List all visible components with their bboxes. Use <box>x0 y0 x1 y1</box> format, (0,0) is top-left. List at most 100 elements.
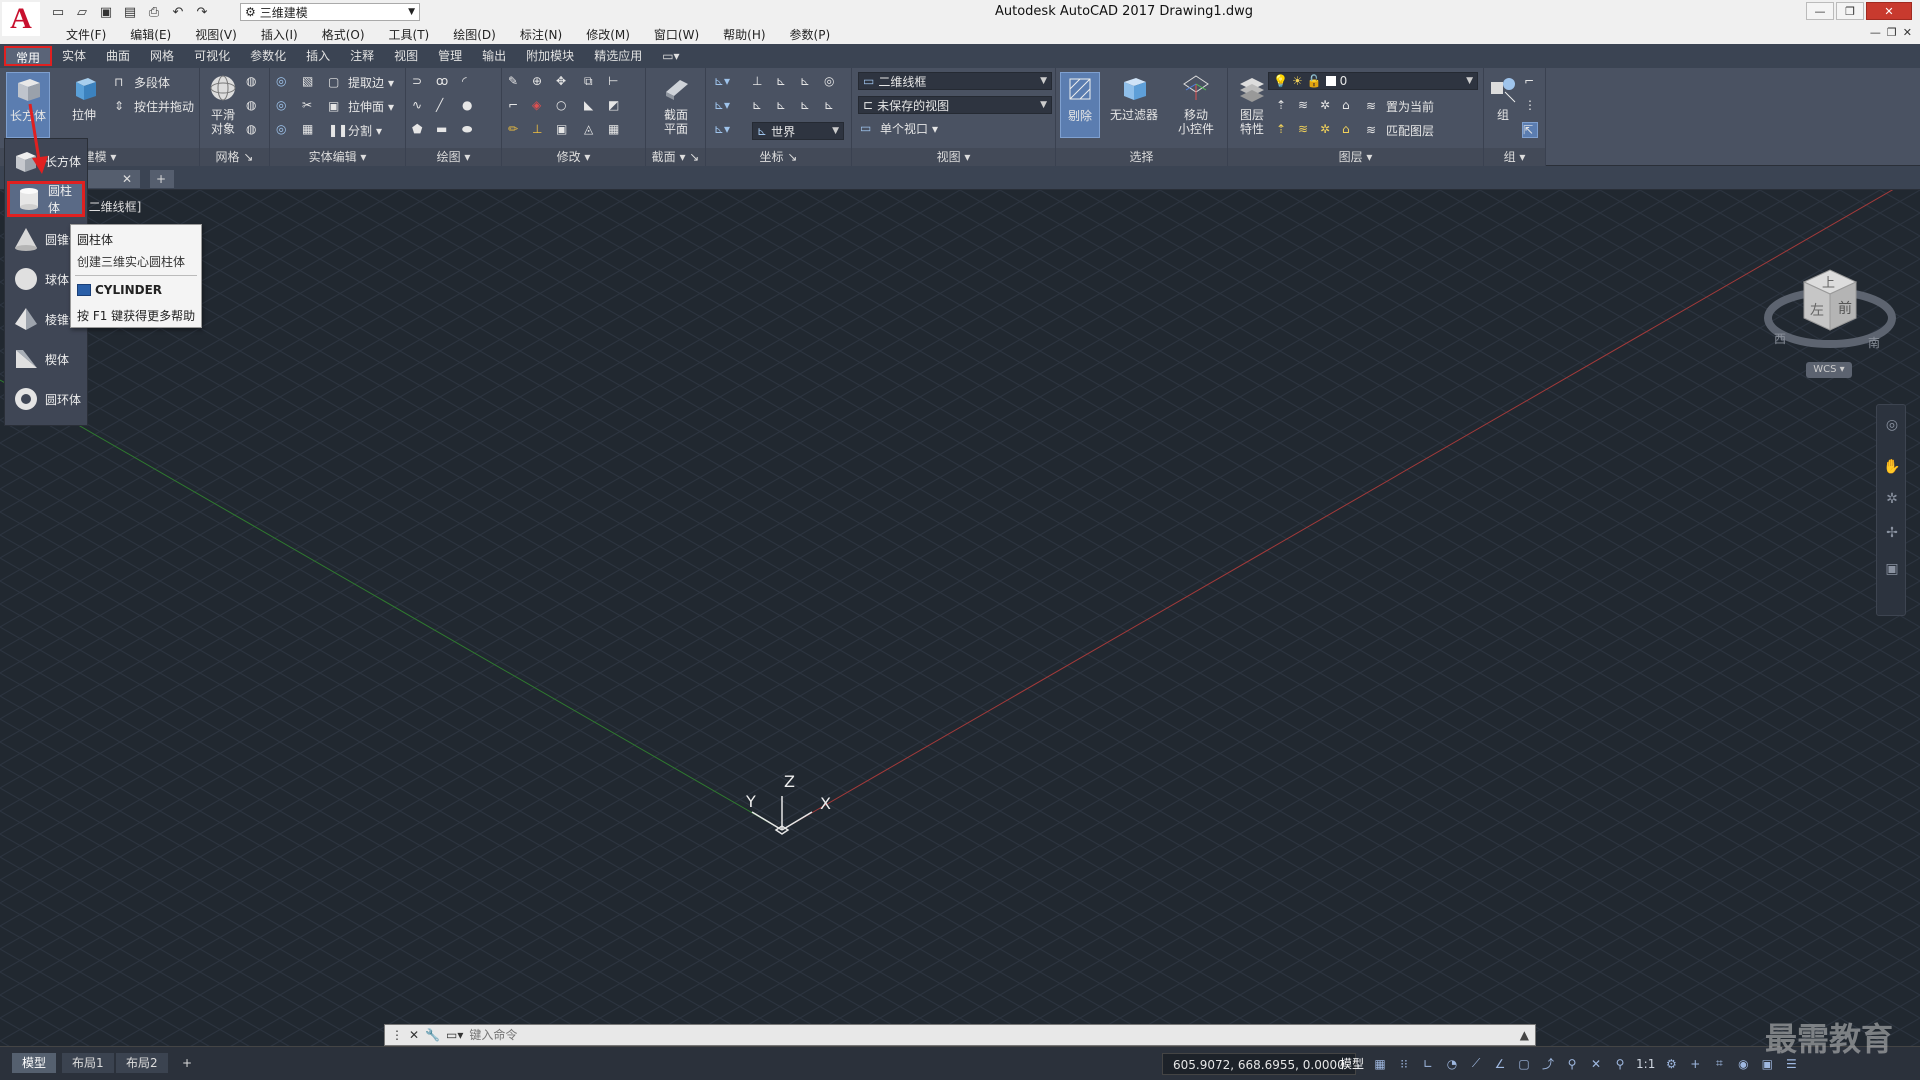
match-layer-button[interactable]: ≋ 匹配图层 <box>1366 122 1434 139</box>
ungroup-button[interactable]: ⌐ <box>1524 74 1540 90</box>
pan-hand-icon[interactable]: ✋ <box>1883 459 1901 477</box>
recent-commands-icon[interactable]: ▭▾ <box>446 1028 463 1042</box>
mesh-tool-2[interactable]: ◍ <box>246 98 262 114</box>
viewport-config-button[interactable]: ▭ 单个视口 ▾ <box>860 120 938 137</box>
menu-help[interactable]: 帮助(H) <box>711 26 777 43</box>
dynamic-ucs-icon[interactable]: ⤴ <box>1540 1056 1556 1072</box>
close-button[interactable]: ✕ <box>1866 2 1912 20</box>
polysolid-button[interactable]: ⊓ 多段体 <box>114 74 170 91</box>
line-button[interactable]: ╱ <box>436 98 452 114</box>
polar-icon[interactable]: ◔ <box>1444 1056 1460 1072</box>
drag-handle-icon[interactable]: ⋮ <box>391 1028 403 1042</box>
layout-tab-layout1[interactable]: 布局1 <box>62 1053 114 1073</box>
close-icon[interactable]: ✕ <box>409 1028 419 1042</box>
intersect-button[interactable]: ◎ <box>276 122 292 138</box>
ucs-origin-button[interactable]: ⊾▾ <box>714 98 730 114</box>
layer-tool-6[interactable]: ≋ <box>1298 122 1314 138</box>
mesh-tool-1[interactable]: ◍ <box>246 74 262 90</box>
tab-surface[interactable]: 曲面 <box>96 46 140 66</box>
tab-insert[interactable]: 插入 <box>296 46 340 66</box>
layer-tool-7[interactable]: ✲ <box>1320 122 1336 138</box>
menu-draw[interactable]: 绘图(D) <box>441 26 508 43</box>
plus-icon[interactable]: + <box>1687 1056 1703 1072</box>
layer-properties-button[interactable]: 图层 特性 <box>1232 72 1272 136</box>
solid-tool-b[interactable]: ✂ <box>302 98 318 114</box>
drawing-viewport[interactable]: Z Y X [二维线框] 上 左 前 西 南 WCS ▾ ◎ ✋ ✲ ✢ ▣ <box>0 190 1920 1046</box>
ucs-select[interactable]: ⊾ 世界 ▼ <box>752 122 844 140</box>
tab-view[interactable]: 视图 <box>384 46 428 66</box>
viewcube-south-label[interactable]: 南 <box>1868 334 1880 351</box>
coord-tool-2[interactable]: ⊾ <box>776 74 792 90</box>
doc-minimize-button[interactable]: — <box>1870 26 1881 39</box>
layer-tool-3[interactable]: ✲ <box>1320 98 1336 114</box>
annotation-visibility-icon[interactable]: ✕ <box>1588 1056 1604 1072</box>
modify-tool-11[interactable]: ✏ <box>508 122 524 138</box>
subtract-button[interactable]: ◎ <box>276 98 292 114</box>
coord-tool-4[interactable]: ◎ <box>824 74 840 90</box>
polygon-button[interactable]: ⬟ <box>412 122 428 138</box>
hardware-accel-icon[interactable]: ◉ <box>1735 1056 1751 1072</box>
workspace-gear-icon[interactable]: ⚙ <box>1663 1056 1679 1072</box>
new-file-icon[interactable]: ▭ <box>48 2 68 22</box>
coord-tool-6[interactable]: ⊾ <box>776 98 792 114</box>
arc-button[interactable]: ◜ <box>462 74 478 90</box>
model-space-toggle[interactable]: 模型 <box>1340 1055 1364 1072</box>
extract-edges-button[interactable]: ▢ 提取边 ▾ <box>328 74 394 91</box>
annotation-scale[interactable]: 1:1 <box>1636 1057 1655 1071</box>
panel-label-selection[interactable]: 选择 <box>1056 148 1227 166</box>
save-as-icon[interactable]: ▤ <box>120 2 140 22</box>
ucs-named-button[interactable]: ⊾▾ <box>714 122 730 138</box>
extrude-button[interactable]: 拉伸 <box>62 72 106 138</box>
modify-tool-6[interactable]: ⌐ <box>508 98 524 114</box>
rectangle-button[interactable]: ▬ <box>436 122 452 138</box>
viewcube-left-face[interactable]: 左 <box>1810 300 1824 320</box>
saved-view-select[interactable]: ⊏ 未保存的视图 ▼ <box>858 96 1052 114</box>
gallery-item-cylinder[interactable]: 圆柱体 <box>7 181 85 217</box>
menu-file[interactable]: 文件(F) <box>54 26 118 43</box>
layer-tool-2[interactable]: ≋ <box>1298 98 1314 114</box>
tab-output[interactable]: 输出 <box>472 46 516 66</box>
layer-select[interactable]: 💡 ☀ 🔓 0 ▼ <box>1268 72 1478 90</box>
modify-tool-1[interactable]: ✎ <box>508 74 524 90</box>
solid-tool-a[interactable]: ▧ <box>302 74 318 90</box>
annotation-icon[interactable]: ⚲ <box>1564 1056 1580 1072</box>
steering-wheel-icon[interactable]: ◎ <box>1883 417 1901 435</box>
command-input[interactable] <box>469 1028 1270 1042</box>
modify-tool-15[interactable]: ▦ <box>608 122 624 138</box>
viewcube-top-face[interactable]: 上 <box>1822 272 1835 291</box>
group-button[interactable]: 组 <box>1488 72 1518 122</box>
modify-tool-13[interactable]: ▣ <box>556 122 572 138</box>
tab-annotate[interactable]: 注释 <box>340 46 384 66</box>
extrude-faces-button[interactable]: ▣ 拉伸面 ▾ <box>328 98 394 115</box>
modify-tool-12[interactable]: ⊥ <box>532 122 548 138</box>
modify-tool-5[interactable]: ⊢ <box>608 74 624 90</box>
no-filter-button[interactable]: 无过滤器 <box>1106 72 1162 122</box>
ucs-button[interactable]: ⊾▾ <box>714 74 730 90</box>
ortho-icon[interactable]: ∟ <box>1420 1056 1436 1072</box>
coord-tool-1[interactable]: ⊥ <box>752 74 768 90</box>
maximize-button[interactable]: ❐ <box>1836 2 1864 20</box>
menu-insert[interactable]: 插入(I) <box>249 26 310 43</box>
layout-tab-model[interactable]: 模型 <box>12 1053 57 1073</box>
modify-tool-2[interactable]: ⊕ <box>532 74 548 90</box>
layout-tab-layout2[interactable]: 布局2 <box>116 1053 168 1073</box>
tab-mesh[interactable]: 网格 <box>140 46 184 66</box>
mesh-tool-3[interactable]: ◍ <box>246 122 262 138</box>
layer-tool-5[interactable]: ⇡ <box>1276 122 1292 138</box>
print-icon[interactable]: ⎙ <box>144 2 164 22</box>
panel-label-modify[interactable]: 修改 ▾ <box>502 148 645 166</box>
gallery-item-wedge[interactable]: 楔体 <box>7 341 85 377</box>
grid-icon[interactable]: ▦ <box>1372 1056 1388 1072</box>
tab-parametric[interactable]: 参数化 <box>240 46 296 66</box>
panel-label-section[interactable]: 截面 ▾ ↘ <box>646 148 705 166</box>
close-icon[interactable]: ✕ <box>122 172 132 186</box>
group-select-button[interactable]: ⇱ <box>1522 122 1538 138</box>
menu-parametric[interactable]: 参数(P) <box>778 26 843 43</box>
move-button[interactable]: ✥ <box>556 74 572 90</box>
open-file-icon[interactable]: ▱ <box>72 2 92 22</box>
menu-tools[interactable]: 工具(T) <box>377 26 442 43</box>
section-plane-button[interactable]: 截面 平面 <box>654 72 698 136</box>
panel-label-layers[interactable]: 图层 ▾ <box>1228 148 1483 166</box>
group-edit-button[interactable]: ⋮ <box>1524 98 1540 114</box>
doc-restore-button[interactable]: ❐ <box>1887 26 1897 39</box>
